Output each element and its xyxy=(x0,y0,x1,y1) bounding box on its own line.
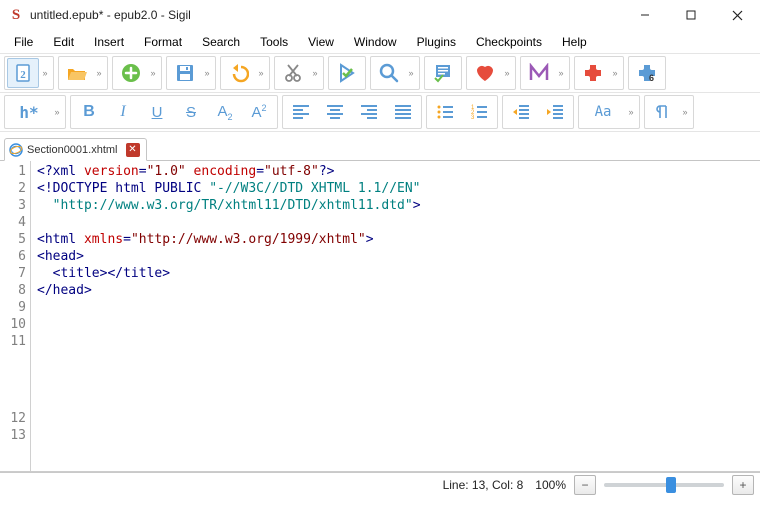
favorite-button[interactable] xyxy=(469,58,501,88)
maximize-button[interactable] xyxy=(668,0,714,30)
close-button[interactable] xyxy=(714,0,760,30)
list-bullet-button[interactable] xyxy=(429,97,461,127)
align-left-button[interactable] xyxy=(285,97,317,127)
menu-window[interactable]: Window xyxy=(344,33,407,51)
svg-text:3: 3 xyxy=(471,115,475,120)
save-button[interactable] xyxy=(169,58,201,88)
menu-checkpoints[interactable]: Checkpoints xyxy=(466,33,552,51)
plugin-dropdown[interactable]: » xyxy=(609,59,621,87)
zoom-level: 100% xyxy=(535,478,566,492)
format-toolbar: h* » B I U S A2 A2 123 Aa » » xyxy=(0,92,760,132)
ie-icon xyxy=(9,143,23,157)
align-right-button[interactable] xyxy=(353,97,385,127)
indent-button[interactable] xyxy=(539,97,571,127)
new-button[interactable]: 2 xyxy=(7,58,39,88)
italic-button[interactable]: I xyxy=(107,97,139,127)
main-toolbar: 2 » » » » » » » » » » 6 xyxy=(0,54,760,92)
svg-text:6: 6 xyxy=(649,73,654,83)
menu-plugins[interactable]: Plugins xyxy=(407,33,466,51)
add-button[interactable] xyxy=(115,58,147,88)
heading-dropdown[interactable]: » xyxy=(51,98,63,126)
metadata-button[interactable] xyxy=(523,58,555,88)
new-dropdown[interactable]: » xyxy=(39,59,51,87)
zoom-out-button[interactable]: − xyxy=(574,475,596,495)
plugin2-button[interactable]: 6 xyxy=(631,58,663,88)
cursor-position: Line: 13, Col: 8 xyxy=(443,478,524,492)
minimize-button[interactable] xyxy=(622,0,668,30)
align-center-button[interactable] xyxy=(319,97,351,127)
search-button[interactable] xyxy=(373,58,405,88)
code-area[interactable]: <?xml version="1.0" encoding="utf-8"?> <… xyxy=(31,161,760,471)
case-button[interactable]: Aa xyxy=(581,97,625,127)
validate-button[interactable] xyxy=(331,58,363,88)
superscript-button[interactable]: A2 xyxy=(243,97,275,127)
direction-button[interactable] xyxy=(647,97,679,127)
list-number-button[interactable]: 123 xyxy=(463,97,495,127)
cut-button[interactable] xyxy=(277,58,309,88)
heading-button[interactable]: h* xyxy=(7,97,51,127)
menu-search[interactable]: Search xyxy=(192,33,250,51)
outdent-button[interactable] xyxy=(505,97,537,127)
menu-tools[interactable]: Tools xyxy=(250,33,298,51)
menu-file[interactable]: File xyxy=(4,33,43,51)
undo-button[interactable] xyxy=(223,58,255,88)
menu-insert[interactable]: Insert xyxy=(84,33,134,51)
bold-button[interactable]: B xyxy=(73,97,105,127)
app-icon: S xyxy=(8,7,24,23)
window-title: untitled.epub* - epub2.0 - Sigil xyxy=(30,8,622,22)
tab-close-icon[interactable]: ✕ xyxy=(126,143,140,157)
strike-button[interactable]: S xyxy=(175,97,207,127)
menubar: File Edit Insert Format Search Tools Vie… xyxy=(0,31,760,54)
menu-format[interactable]: Format xyxy=(134,33,192,51)
titlebar: S untitled.epub* - epub2.0 - Sigil xyxy=(0,0,760,31)
align-justify-button[interactable] xyxy=(387,97,419,127)
plugin-button[interactable] xyxy=(577,58,609,88)
menu-view[interactable]: View xyxy=(298,33,344,51)
file-tab[interactable]: Section0001.xhtml ✕ xyxy=(4,138,147,161)
statusbar: Line: 13, Col: 8 100% − + xyxy=(0,472,760,497)
cut-dropdown[interactable]: » xyxy=(309,59,321,87)
open-button[interactable] xyxy=(61,58,93,88)
add-dropdown[interactable]: » xyxy=(147,59,159,87)
case-dropdown[interactable]: » xyxy=(625,98,637,126)
undo-dropdown[interactable]: » xyxy=(255,59,267,87)
menu-edit[interactable]: Edit xyxy=(43,33,84,51)
save-dropdown[interactable]: » xyxy=(201,59,213,87)
tab-label: Section0001.xhtml xyxy=(27,144,118,156)
zoom-in-button[interactable]: + xyxy=(732,475,754,495)
gutter: 1234567891011 1213 xyxy=(0,161,31,471)
menu-help[interactable]: Help xyxy=(552,33,597,51)
search-dropdown[interactable]: » xyxy=(405,59,417,87)
underline-button[interactable]: U xyxy=(141,97,173,127)
spellcheck-button[interactable] xyxy=(427,58,459,88)
direction-dropdown[interactable]: » xyxy=(679,98,691,126)
zoom-thumb[interactable] xyxy=(666,477,676,493)
window-controls xyxy=(622,0,760,30)
svg-text:2: 2 xyxy=(20,69,26,81)
metadata-dropdown[interactable]: » xyxy=(555,59,567,87)
favorite-dropdown[interactable]: » xyxy=(501,59,513,87)
open-dropdown[interactable]: » xyxy=(93,59,105,87)
editor[interactable]: 1234567891011 1213 <?xml version="1.0" e… xyxy=(0,161,760,472)
subscript-button[interactable]: A2 xyxy=(209,97,241,127)
tabstrip: Section0001.xhtml ✕ xyxy=(0,138,760,161)
zoom-slider[interactable] xyxy=(604,483,724,487)
